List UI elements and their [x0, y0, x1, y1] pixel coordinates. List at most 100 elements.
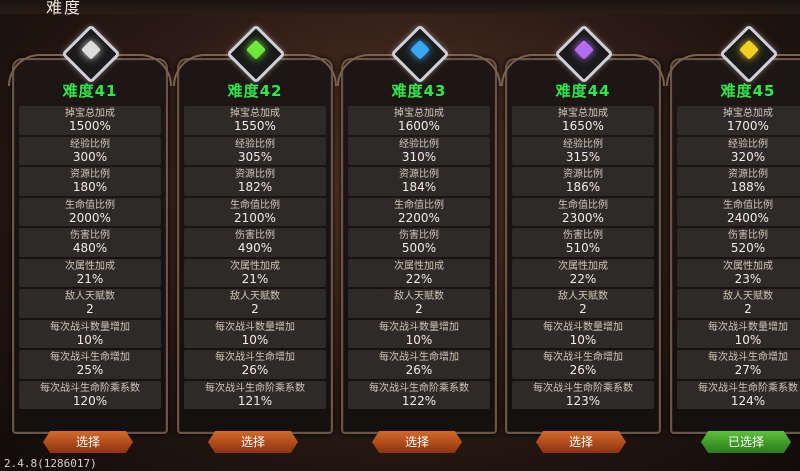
difficulty-title: 难度42 — [227, 82, 283, 100]
difficulty-card: 难度43 掉宝总加成 1600% 经验比例 310% 资源比例 184% 生命值比例 2200%… — [337, 54, 501, 434]
stat-row: 敌人天赋数 2 — [512, 289, 654, 318]
stat-value: 25% — [76, 363, 104, 377]
difficulty-card: 难度45 掉宝总加成 1700% 经验比例 320% 资源比例 188% 生命值比例 2400%… — [666, 54, 800, 434]
stats-list: 掉宝总加成 1500% 经验比例 300% 资源比例 180% 生命值比例 2000% 伤害比例… — [19, 106, 161, 411]
stat-value: 184% — [401, 180, 437, 194]
stat-row: 经验比例 310% — [348, 136, 490, 165]
stat-value: 300% — [72, 149, 108, 164]
stat-row: 经验比例 305% — [184, 136, 326, 165]
stat-row: 掉宝总加成 1700% — [677, 106, 800, 135]
stat-value: 1600% — [398, 119, 440, 133]
stat-value: 182% — [237, 180, 273, 194]
stat-value: 2400% — [727, 210, 769, 225]
top-bar — [0, 0, 800, 14]
stats-list: 掉宝总加成 1600% 经验比例 310% 资源比例 184% 生命值比例 2200% 伤害比例… — [348, 106, 490, 411]
stat-row: 掉宝总加成 1600% — [348, 106, 490, 135]
stat-value: 21% — [76, 271, 104, 286]
stat-value: 27% — [734, 363, 762, 377]
stat-row: 次属性加成 22% — [348, 258, 490, 287]
difficulty-title: 难度43 — [391, 82, 447, 100]
stat-value: 121% — [237, 393, 273, 408]
stat-value: 186% — [565, 180, 601, 194]
stat-label: 每次战斗数量增加 — [50, 321, 130, 333]
stat-label: 生命值比例 — [65, 199, 115, 211]
stat-row: 生命值比例 2100% — [184, 197, 326, 226]
stat-value: 490% — [237, 241, 273, 255]
select-button[interactable]: 选择 — [208, 431, 298, 453]
difficulty-card: 难度42 掉宝总加成 1550% 经验比例 305% 资源比例 182% 生命值比例 2100%… — [173, 54, 337, 434]
stat-row: 每次战斗生命增加 27% — [677, 350, 800, 379]
stat-label: 经验比例 — [235, 138, 275, 150]
stat-row: 掉宝总加成 1500% — [19, 106, 161, 135]
stat-value: 188% — [730, 180, 766, 194]
stat-row: 生命值比例 2300% — [512, 197, 654, 226]
stat-value: 315% — [565, 149, 601, 164]
stat-row: 敌人天赋数 2 — [184, 289, 326, 318]
stat-value: 22% — [569, 271, 597, 286]
stat-value: 2 — [415, 302, 423, 316]
selected-button[interactable]: 已选择 — [701, 431, 791, 453]
stat-row: 每次战斗数量增加 10% — [184, 319, 326, 348]
stat-label: 每次战斗生命阶乘系数 — [698, 382, 798, 394]
stat-row: 敌人天赋数 2 — [19, 289, 161, 318]
stat-row: 伤害比例 520% — [677, 228, 800, 257]
stat-row: 资源比例 182% — [184, 167, 326, 196]
stat-value: 2000% — [69, 210, 111, 225]
stat-label: 每次战斗数量增加 — [379, 321, 459, 333]
stat-value: 2 — [86, 302, 94, 316]
stat-label: 次属性加成 — [558, 260, 608, 272]
select-button[interactable]: 选择 — [536, 431, 626, 453]
difficulty-title: 难度41 — [62, 82, 118, 100]
stat-row: 伤害比例 510% — [512, 228, 654, 257]
stat-row: 每次战斗生命阶乘系数 124% — [677, 380, 800, 409]
stat-label: 每次战斗数量增加 — [215, 321, 295, 333]
stat-label: 经验比例 — [399, 138, 439, 150]
stat-value: 2 — [744, 302, 752, 316]
version-label: 2.4.8(1286017) — [4, 457, 97, 470]
stat-row: 每次战斗数量增加 10% — [677, 319, 800, 348]
select-button[interactable]: 选择 — [43, 431, 133, 453]
stat-value: 122% — [401, 393, 437, 408]
stat-row: 伤害比例 500% — [348, 228, 490, 257]
stat-value: 120% — [72, 393, 108, 408]
stat-row: 次属性加成 21% — [184, 258, 326, 287]
stat-row: 资源比例 180% — [19, 167, 161, 196]
stat-value: 510% — [565, 241, 601, 255]
stat-row: 每次战斗生命阶乘系数 120% — [19, 380, 161, 409]
stat-row: 每次战斗生命增加 26% — [184, 350, 326, 379]
stat-label: 每次战斗生命阶乘系数 — [205, 382, 305, 394]
stat-value: 10% — [241, 332, 269, 347]
stat-row: 伤害比例 480% — [19, 228, 161, 257]
stat-value: 480% — [72, 241, 108, 255]
stat-label: 每次战斗数量增加 — [543, 321, 623, 333]
stat-value: 10% — [569, 332, 597, 347]
stat-label: 次属性加成 — [723, 260, 773, 272]
stat-row: 掉宝总加成 1650% — [512, 106, 654, 135]
stat-value: 23% — [734, 271, 762, 286]
stat-label: 次属性加成 — [230, 260, 280, 272]
stat-value: 124% — [730, 393, 766, 408]
stat-label: 每次战斗生命阶乘系数 — [40, 382, 140, 394]
stat-row: 每次战斗生命增加 26% — [512, 350, 654, 379]
stat-value: 10% — [405, 332, 433, 347]
stat-label: 每次战斗生命阶乘系数 — [369, 382, 469, 394]
stat-value: 320% — [730, 149, 766, 164]
stat-row: 生命值比例 2400% — [677, 197, 800, 226]
stat-value: 1500% — [69, 119, 111, 133]
stat-row: 每次战斗生命阶乘系数 123% — [512, 380, 654, 409]
stat-row: 次属性加成 23% — [677, 258, 800, 287]
stat-row: 资源比例 184% — [348, 167, 490, 196]
stat-row: 每次战斗生命阶乘系数 122% — [348, 380, 490, 409]
stat-value: 2100% — [234, 210, 276, 225]
stat-value: 2200% — [398, 210, 440, 225]
stat-value: 1700% — [727, 119, 769, 133]
stat-value: 305% — [237, 149, 273, 164]
stat-value: 10% — [734, 332, 762, 347]
stat-label: 敌人天赋数 — [723, 291, 773, 302]
stat-value: 2 — [579, 302, 587, 316]
stat-value: 500% — [401, 241, 437, 255]
stat-row: 经验比例 315% — [512, 136, 654, 165]
select-button[interactable]: 选择 — [372, 431, 462, 453]
stat-label: 生命值比例 — [394, 199, 444, 211]
stat-label: 每次战斗数量增加 — [708, 321, 788, 333]
